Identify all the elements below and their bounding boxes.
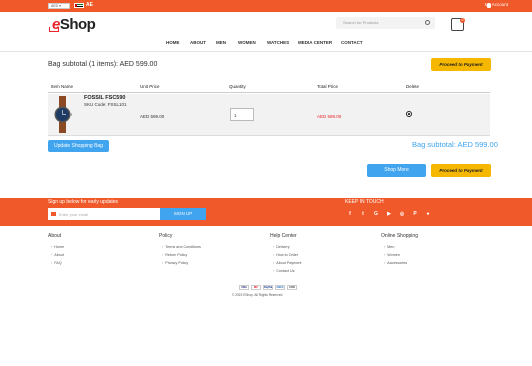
logo-shop: Shop [59, 16, 96, 33]
cart-table-header [48, 82, 490, 93]
email-field[interactable]: Enter your email [48, 208, 160, 220]
facebook-icon[interactable]: f [347, 211, 353, 217]
footer-online-shopping-heading: Online Shopping [381, 233, 418, 239]
footer-link-return-policy[interactable]: Return Policy [162, 253, 187, 257]
mastercard-icon: MC [251, 285, 261, 290]
amex-icon: AMEX [275, 285, 285, 290]
proceed-to-payment-button[interactable]: Proceed to Payment [431, 58, 491, 71]
footer-about-heading: About [48, 233, 62, 239]
footer-link-privacy-policy[interactable]: Privacy Policy [162, 261, 188, 265]
footer-link-contact-us[interactable]: Contact Us [273, 269, 294, 273]
country-code[interactable]: AE [86, 2, 93, 8]
footer-link-men[interactable]: Men [384, 245, 394, 249]
product-sku: SKU Code: FSSL101 [84, 102, 127, 107]
logo-cart-icon [49, 27, 59, 32]
footer-link-faq[interactable]: FAQ [51, 261, 61, 265]
col-unit-price: Unit Price [140, 84, 160, 89]
header-divider [0, 51, 532, 52]
quantity-input[interactable]: 1 [230, 108, 254, 121]
product-image[interactable] [52, 96, 73, 133]
search-placeholder: Search for Products [343, 20, 379, 25]
copyright-text: © 2019 EShop. All Rights Reserved [232, 293, 283, 297]
footer-help-heading: Help Center [270, 233, 297, 239]
nav-women[interactable]: WOMEN [238, 40, 256, 45]
col-delete: Delete [406, 84, 420, 89]
youtube-icon[interactable]: ▶ [386, 211, 392, 217]
currency-selector[interactable]: AED ▾ [48, 3, 70, 9]
footer-link-about-payment[interactable]: About Payment [273, 261, 301, 265]
keep-in-touch-heading: KEEP IN TOUCH [345, 199, 384, 205]
bag-subtotal-bottom: Bag subtotal: AED 599.00 [412, 140, 498, 149]
visa-icon: VISA [239, 285, 249, 290]
envelope-icon [51, 212, 56, 216]
nav-about[interactable]: ABOUT [190, 40, 206, 45]
snapchat-icon[interactable]: ● [425, 211, 431, 217]
col-total-price: Total Price [317, 84, 339, 89]
unit-price: AED 599.00 [140, 114, 165, 119]
footer-link-accessories[interactable]: Accessories [384, 261, 407, 265]
footer-link-how-to-order[interactable]: How to Order [273, 253, 298, 257]
col-quantity: Quantity [229, 84, 246, 89]
signup-text: Sign up below for early updates [48, 199, 119, 205]
paypal-icon: PayPal [263, 285, 273, 290]
cod-icon: COD [287, 285, 297, 290]
cart-count-badge: 0 [460, 18, 465, 23]
search-icon[interactable] [425, 20, 430, 25]
proceed-to-payment-button-bottom[interactable]: Proceed to Payment [431, 164, 491, 177]
nav-contact[interactable]: CONTACT [341, 40, 363, 45]
signup-button[interactable]: SIGN UP [160, 208, 206, 220]
footer-link-about[interactable]: About [51, 253, 64, 257]
google-plus-icon[interactable]: G [373, 211, 379, 217]
my-account-link[interactable]: My Account [485, 2, 508, 7]
instagram-icon[interactable]: ◎ [399, 211, 405, 217]
pinterest-icon[interactable]: P [412, 211, 418, 217]
shop-more-button[interactable]: Shop More [367, 164, 426, 177]
col-item-name: Item Name [51, 84, 74, 89]
bag-subtotal-heading: Bag subtotal (1 items): AED 599.00 [48, 61, 158, 68]
footer-link-home[interactable]: Home [51, 245, 64, 249]
nav-media-center[interactable]: MEDIA CENTER [298, 40, 332, 45]
footer-link-delivery[interactable]: Delivery [273, 245, 289, 249]
nav-men[interactable]: MEN [216, 40, 226, 45]
email-placeholder: Enter your email [59, 212, 89, 217]
nav-watches[interactable]: WATCHES [267, 40, 289, 45]
search-input[interactable]: Search for Products [336, 17, 435, 29]
uae-flag-icon[interactable] [74, 3, 84, 8]
delete-icon[interactable] [406, 111, 412, 117]
footer-link-terms[interactable]: Terms and Conditions [162, 245, 201, 249]
footer-policy-heading: Policy [159, 233, 173, 239]
update-shopping-bag-button[interactable]: Update Shopping Bag [48, 140, 109, 152]
footer-link-women[interactable]: Women [384, 253, 400, 257]
twitter-icon[interactable]: t [360, 211, 366, 217]
product-name[interactable]: FOSSIL FSC590 [84, 95, 125, 101]
nav-home[interactable]: HOME [166, 40, 180, 45]
total-price: AED 599.00 [317, 114, 342, 119]
